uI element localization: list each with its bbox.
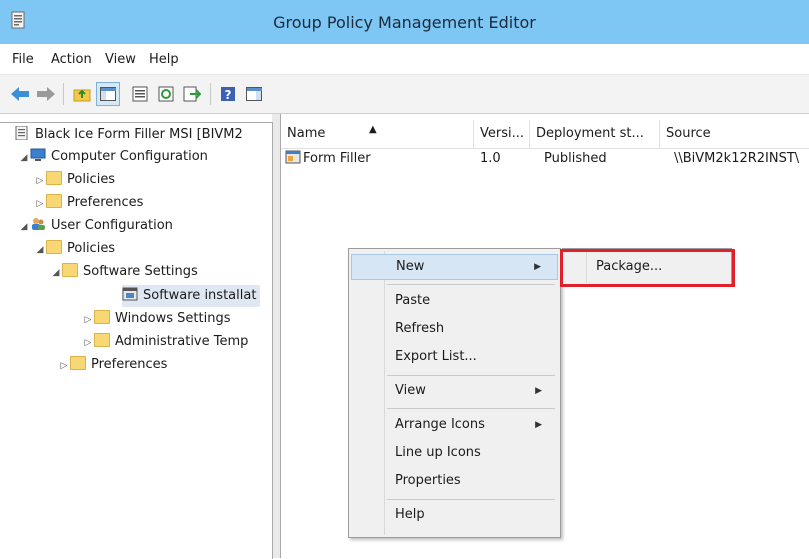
tree-item-uc-preferences[interactable]: ▷ Preferences	[58, 354, 167, 376]
menu-separator	[387, 284, 555, 285]
context-menu-item-view[interactable]: View ▶	[351, 378, 558, 404]
tree-item-software-installation[interactable]: Software installat	[122, 285, 261, 307]
folder-icon	[94, 333, 110, 347]
title-bar: Group Policy Management Editor	[0, 0, 809, 44]
sort-ascending-icon: ▲	[369, 124, 377, 135]
menu-separator	[387, 408, 555, 409]
menu-separator	[387, 499, 555, 500]
toolbar-separator	[210, 83, 211, 105]
cell-deployment-state: Published	[544, 151, 607, 166]
users-icon	[32, 218, 45, 230]
refresh-icon[interactable]	[154, 82, 178, 106]
tree-item-user-configuration[interactable]: ◢ User Configuration	[18, 215, 173, 237]
help-icon[interactable]: ?	[216, 82, 240, 106]
menu-action[interactable]: Action	[51, 52, 92, 67]
cell-source: \\BiVM2k12R2INST\	[674, 151, 800, 166]
tree-item-cc-preferences[interactable]: ▷ Preferences	[34, 192, 143, 214]
annotation-highlight-box	[560, 249, 735, 287]
chevron-down-icon[interactable]: ◢	[50, 262, 62, 284]
chevron-right-icon[interactable]: ▷	[34, 193, 46, 215]
tree-label: Administrative Temp	[115, 334, 249, 349]
submenu-arrow-icon: ▶	[535, 420, 542, 430]
folder-icon	[70, 356, 86, 370]
toolbar: ?	[0, 75, 809, 114]
window-title: Group Policy Management Editor	[273, 13, 536, 32]
context-menu-item-properties[interactable]: Properties	[351, 468, 558, 494]
menu-help[interactable]: Help	[149, 52, 179, 67]
tree-item-administrative-templates[interactable]: ▷ Administrative Temp	[82, 331, 248, 353]
pane-splitter[interactable]	[272, 114, 280, 558]
svg-text:?: ?	[225, 88, 232, 102]
folder-icon	[94, 310, 110, 324]
tree-label: Software Settings	[83, 264, 198, 279]
policy-document-icon	[15, 126, 28, 140]
menu-separator	[387, 375, 555, 376]
package-icon	[285, 150, 301, 164]
context-menu-item-line-up-icons[interactable]: Line up Icons	[351, 440, 558, 466]
context-menu-item-export-list[interactable]: Export List...	[351, 344, 558, 370]
show-hide-tree-icon[interactable]	[96, 82, 120, 106]
software-installation-icon	[122, 287, 138, 301]
chevron-down-icon[interactable]: ◢	[18, 216, 30, 238]
tree-label: Preferences	[91, 357, 168, 372]
list-header: Name ▲ Versi... Deployment st... Source	[281, 120, 809, 149]
tree-label: Windows Settings	[115, 311, 231, 326]
tree-item-uc-policies[interactable]: ◢ Policies	[34, 238, 115, 260]
folder-icon	[46, 171, 62, 185]
menu-bar: File Action View Help	[0, 44, 809, 75]
folder-icon	[46, 194, 62, 208]
up-folder-icon[interactable]	[70, 82, 94, 106]
column-header-name[interactable]: Name ▲	[281, 120, 474, 148]
cell-version: 1.0	[480, 151, 501, 166]
tree-label: Policies	[67, 172, 116, 187]
tree-item-software-settings[interactable]: ◢ Software Settings	[50, 261, 198, 283]
chevron-right-icon[interactable]: ▷	[58, 355, 70, 377]
column-header-deployment-state[interactable]: Deployment st...	[530, 120, 660, 148]
back-arrow-icon[interactable]	[8, 82, 32, 106]
tree-label: Black Ice Form Filler MSI [BIVM2	[35, 127, 243, 142]
tree-label: User Configuration	[51, 218, 173, 233]
context-menu-item-refresh[interactable]: Refresh	[351, 316, 558, 342]
properties-icon[interactable]	[128, 82, 152, 106]
column-header-version[interactable]: Versi...	[474, 120, 530, 148]
export-list-icon[interactable]	[180, 82, 204, 106]
computer-icon	[30, 148, 46, 161]
tree-label: Policies	[67, 241, 116, 256]
show-hide-action-pane-icon[interactable]	[242, 82, 266, 106]
context-menu-item-new[interactable]: New ▶	[351, 254, 558, 280]
chevron-right-icon[interactable]: ▷	[82, 332, 94, 354]
tree-item-cc-policies[interactable]: ▷ Policies	[34, 169, 115, 191]
chevron-right-icon[interactable]: ▷	[34, 170, 46, 192]
folder-icon	[46, 240, 62, 254]
tree-item-root[interactable]: Black Ice Form Filler MSI [BIVM2	[2, 124, 243, 146]
context-menu-item-arrange-icons[interactable]: Arrange Icons ▶	[351, 412, 558, 438]
cell-name: Form Filler	[285, 149, 473, 169]
tree-label: Preferences	[67, 195, 144, 210]
column-header-source[interactable]: Source	[660, 120, 809, 148]
submenu-arrow-icon: ▶	[534, 262, 541, 272]
tree-pane: Black Ice Form Filler MSI [BIVM2 ◢ Comput…	[0, 122, 273, 559]
toolbar-separator	[63, 83, 64, 105]
tree-label: Computer Configuration	[51, 149, 208, 164]
forward-arrow-icon[interactable]	[34, 82, 58, 106]
chevron-down-icon[interactable]: ◢	[34, 239, 46, 261]
tree-item-computer-configuration[interactable]: ◢ Computer Configuration	[18, 146, 208, 168]
menu-file[interactable]: File	[12, 52, 34, 67]
context-menu-item-help[interactable]: Help	[351, 502, 558, 528]
submenu-arrow-icon: ▶	[535, 386, 542, 396]
context-menu: New ▶ Paste Refresh Export List... View ▶ …	[348, 248, 561, 538]
chevron-right-icon[interactable]: ▷	[82, 309, 94, 331]
chevron-down-icon[interactable]: ◢	[18, 147, 30, 169]
tree-label: Software installat	[143, 288, 257, 303]
folder-icon	[62, 263, 78, 277]
tree-item-windows-settings[interactable]: ▷ Windows Settings	[82, 308, 230, 330]
context-menu-item-paste[interactable]: Paste	[351, 288, 558, 314]
menu-view[interactable]: View	[105, 52, 136, 67]
